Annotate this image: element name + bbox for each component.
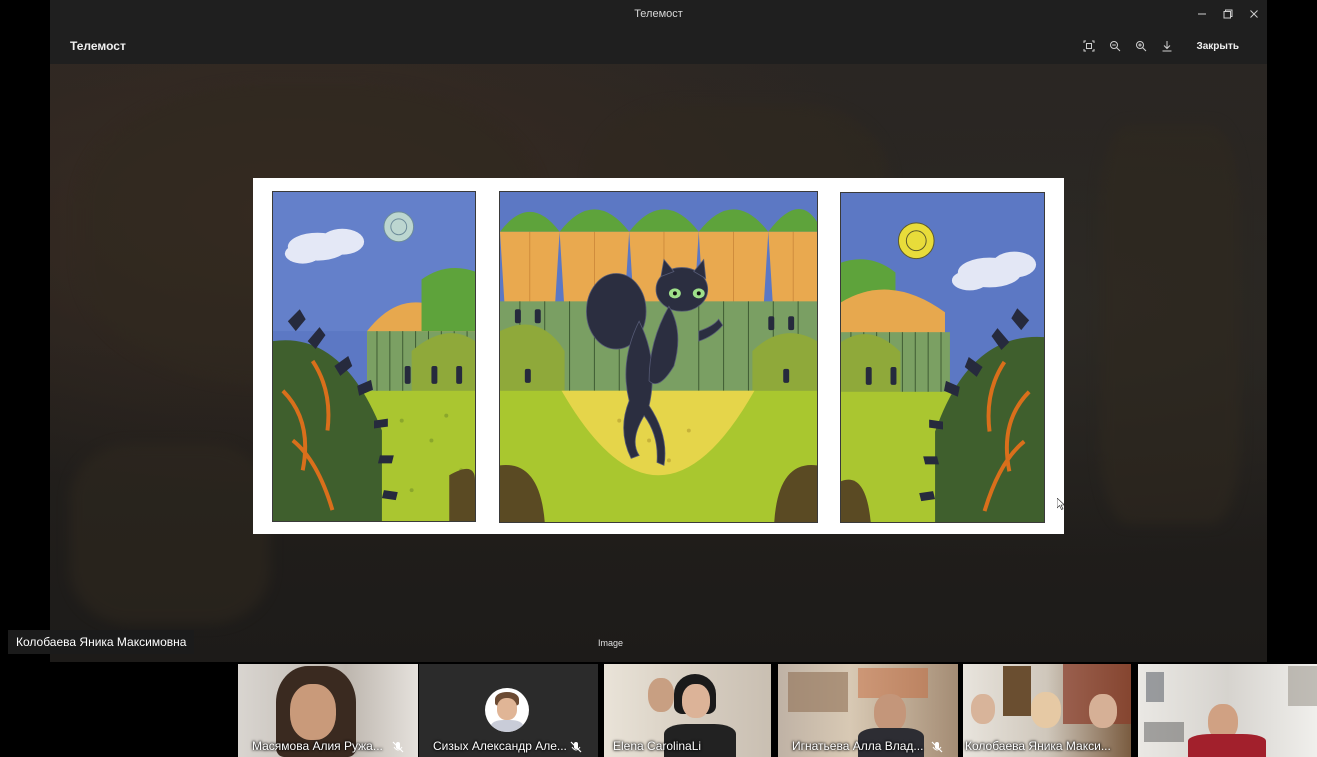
- zoom-out-icon: [1110, 41, 1121, 52]
- window-close-button[interactable]: [1241, 0, 1267, 28]
- restore-button[interactable]: [1215, 0, 1241, 28]
- muted-mic-icon: [392, 741, 404, 753]
- participants-strip: Масямова Алия Ружа... Сизых Александр Ал…: [0, 664, 1317, 757]
- minimize-icon: [1198, 13, 1206, 15]
- avatar: [485, 688, 529, 732]
- restore-icon: [1223, 9, 1233, 19]
- app-title: Телемост: [70, 39, 126, 53]
- download-button[interactable]: [1154, 33, 1180, 59]
- participant-tile[interactable]: Elena CarolinaLi: [604, 664, 771, 757]
- participant-name: Сизых Александр Але...: [433, 739, 567, 753]
- fit-icon: [1083, 40, 1095, 52]
- participant-name: Elena CarolinaLi: [613, 739, 702, 753]
- illustration-right: [840, 192, 1045, 523]
- window-title: Телемост: [634, 8, 683, 20]
- participant-tile[interactable]: Сизых Александр Але...: [419, 664, 598, 757]
- muted-mic-icon: [931, 741, 943, 753]
- close-icon: [1250, 10, 1258, 18]
- zoom-in-icon: [1136, 41, 1147, 52]
- shared-image[interactable]: [253, 178, 1064, 534]
- participant-tile[interactable]: [1138, 664, 1317, 757]
- participant-tile[interactable]: Игнатьева Алла Влад...: [778, 664, 958, 757]
- image-caption: Image: [598, 638, 624, 648]
- speaker-name-label: Колобаева Яника Максимовна: [8, 630, 195, 654]
- title-bar: Телемост: [50, 0, 1267, 28]
- muted-mic-icon: [570, 741, 582, 753]
- participant-tile[interactable]: Масямова Алия Ружа...: [238, 664, 418, 757]
- participant-name: Масямова Алия Ружа...: [252, 739, 383, 753]
- zoom-in-button[interactable]: [1128, 33, 1154, 59]
- participant-name: Колобаева Яника Макси...: [965, 739, 1111, 753]
- close-viewer-button[interactable]: Закрыть: [1196, 41, 1239, 52]
- participant-tile[interactable]: Колобаева Яника Макси...: [963, 664, 1131, 757]
- mouse-cursor-icon: [1057, 498, 1065, 510]
- illustration-center: [499, 191, 818, 523]
- minimize-button[interactable]: [1189, 0, 1215, 28]
- fit-button[interactable]: [1076, 33, 1102, 59]
- viewer-header: Телемост Закрыть: [50, 28, 1267, 64]
- download-icon: [1162, 41, 1172, 52]
- illustration-left: [272, 191, 476, 522]
- participant-name: Игнатьева Алла Влад...: [792, 739, 924, 753]
- window-controls: [1189, 0, 1267, 28]
- zoom-out-button[interactable]: [1102, 33, 1128, 59]
- image-toolbar: Закрыть: [1076, 28, 1239, 64]
